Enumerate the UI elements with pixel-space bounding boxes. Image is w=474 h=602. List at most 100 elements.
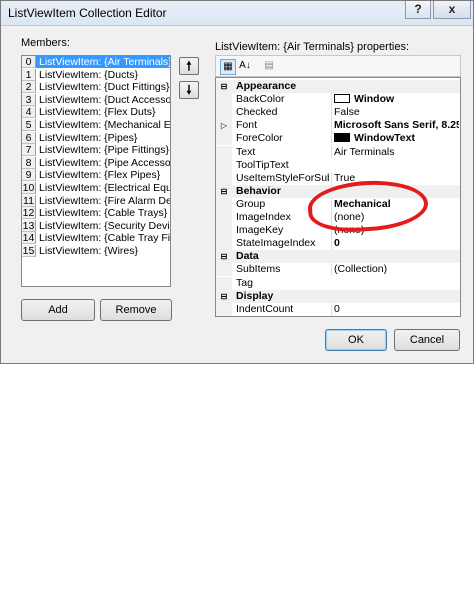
property-row[interactable]: BackColor Window [216,93,460,107]
property-value[interactable]: WindowText [331,132,459,146]
property-value-text: Window [354,93,395,106]
property-name: Tag [236,276,253,289]
member-list-item[interactable]: 0 ListViewItem: {Air Terminals} [22,56,170,68]
close-icon: x [448,2,456,16]
member-list-item[interactable]: 1 ListViewItem: {Ducts} [22,68,170,81]
expand-icon[interactable]: ⊟ [216,289,232,303]
property-name: IndentCount [236,302,294,315]
member-text: ListViewItem: {Cable Tray Fitting [39,232,170,245]
member-index: 10 [22,182,36,194]
member-text: ListViewItem: {Pipe Accessories [39,156,170,169]
row-gutter [216,132,232,146]
member-list-item[interactable]: 13ListViewItem: {Security Devices [22,219,170,232]
member-index: 7 [22,144,36,157]
title-bar[interactable]: ListViewItem Collection Editor ? x [1,1,473,26]
member-text: ListViewItem: {Duct Accessories [39,93,170,106]
property-value[interactable]: 0 [331,302,459,316]
member-list-item[interactable]: 2 ListViewItem: {Duct Fittings} [22,81,170,94]
member-text: ListViewItem: {Fire Alarm Devic [39,194,170,207]
expand-icon[interactable]: ⊟ [216,80,232,93]
member-list-item[interactable]: 9 ListViewItem: {Flex Pipes} [22,169,170,182]
help-icon: ? [414,2,422,16]
expand-icon[interactable]: ⊟ [216,250,232,264]
property-row[interactable]: ToolTipText [216,158,460,172]
remove-button[interactable]: Remove [100,299,172,321]
member-list-item[interactable]: 3ListViewItem: {Duct Accessories [22,93,170,106]
move-down-button[interactable]: 🠗 [179,81,199,99]
property-category[interactable]: ⊟ Appearance [216,80,460,93]
member-text: ListViewItem: {Cable Trays} [39,207,168,220]
close-button[interactable]: x [433,1,471,19]
property-value[interactable]: False [331,106,459,120]
member-index: 11 [22,194,36,207]
expand-icon[interactable]: ▷ [216,119,232,133]
move-up-button[interactable]: 🠕 [179,57,199,75]
category-name: Display [236,289,274,302]
property-value[interactable]: Microsoft Sans Serif, 8.25pt [331,119,459,133]
member-text: ListViewItem: {Pipe Fittings} [39,144,169,157]
collection-editor-dialog: ListViewItem Collection Editor ? x Membe… [0,0,474,364]
member-text: ListViewItem: {Ducts} [39,68,139,81]
properties-label: ListViewItem: {Air Terminals} properties… [215,41,410,53]
property-row[interactable]: Text Air Terminals [216,145,460,159]
property-value-text: Microsoft Sans Serif, 8.25pt [334,119,459,132]
row-gutter [216,237,232,251]
member-text: ListViewItem: {Pipes} [39,131,138,144]
property-row[interactable]: IndentCount 0 [216,302,460,316]
property-value-text: WindowText [354,132,415,145]
property-name: UseItemStyleForSubIt [236,171,329,184]
member-list-item[interactable]: 8ListViewItem: {Pipe Accessories [22,156,170,169]
property-row[interactable]: StateImageIndex 0 [216,237,460,251]
cancel-button[interactable]: Cancel [394,329,460,351]
property-value[interactable]: (Collection) [331,263,459,277]
member-index: 14 [22,232,36,245]
row-gutter [216,263,232,277]
member-text: ListViewItem: {Wires} [39,245,139,257]
property-row[interactable]: UseItemStyleForSubIt True [216,171,460,185]
property-pages-icon[interactable]: ▤ [262,59,276,73]
add-button[interactable]: Add [21,299,95,321]
categorized-icon[interactable]: ▦ [220,59,236,75]
property-value-text: 0 [334,302,340,315]
property-row[interactable]: ForeColor WindowText [216,132,460,146]
members-list[interactable]: 0 ListViewItem: {Air Terminals} 1 ListViewI… [21,55,171,287]
member-list-item[interactable]: 10ListViewItem: {Electrical Equipm [22,182,170,194]
member-list-item[interactable]: 15 ListViewItem: {Wires} [22,245,170,257]
property-name: Text [236,145,256,158]
row-gutter [216,276,232,290]
property-value[interactable]: Air Terminals [331,145,459,159]
expand-icon[interactable]: ⊟ [216,184,232,198]
color-swatch [334,133,350,143]
property-row[interactable]: SubItems (Collection) [216,263,460,277]
row-gutter [216,145,232,159]
property-row[interactable]: Tag [216,276,460,290]
member-list-item[interactable]: 5ListViewItem: {Mechanical Equip [22,119,170,131]
member-list-item[interactable]: 4 ListViewItem: {Flex Duts} [22,106,170,119]
property-value[interactable]: 0 [331,237,459,251]
property-value[interactable]: Window [331,93,459,107]
arrow-up-icon: 🠕 [186,59,192,73]
member-list-item[interactable]: 11ListViewItem: {Fire Alarm Devic [22,194,170,207]
property-row[interactable]: ▷ Font Microsoft Sans Serif, 8.25pt [216,119,460,133]
arrow-down-icon: 🠗 [186,83,192,97]
member-index: 3 [22,93,36,106]
property-value-text: Air Terminals [334,145,395,158]
member-index: 2 [22,81,36,94]
help-button[interactable]: ? [405,1,431,19]
member-list-item[interactable]: 12 ListViewItem: {Cable Trays} [22,207,170,220]
member-index: 8 [22,156,36,169]
ok-button[interactable]: OK [325,329,387,351]
property-category[interactable]: ⊟ Data [216,250,460,264]
row-gutter [216,158,232,172]
member-text: ListViewItem: {Flex Pipes} [39,169,161,182]
category-name: Data [236,250,259,263]
member-list-item[interactable]: 6 ListViewItem: {Pipes} [22,131,170,144]
property-name: ToolTipText [236,158,289,171]
member-list-item[interactable]: 14ListViewItem: {Cable Tray Fitting [22,232,170,245]
color-swatch [334,94,350,104]
member-list-item[interactable]: 7 ListViewItem: {Pipe Fittings} [22,144,170,157]
property-row[interactable]: Checked False [216,106,460,120]
member-index: 1 [22,68,36,81]
alphabetical-icon[interactable]: A↓ [238,59,252,73]
property-category[interactable]: ⊟ Display [216,289,460,303]
